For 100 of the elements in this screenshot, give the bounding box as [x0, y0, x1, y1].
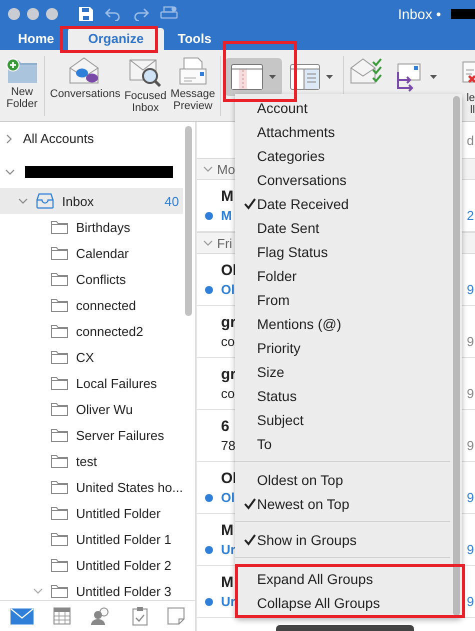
sidebar-item[interactable]: CX — [0, 344, 195, 370]
tree-item[interactable]: All Accounts — [23, 131, 94, 146]
folder-icon — [51, 480, 68, 494]
scrollbar[interactable] — [185, 126, 192, 316]
delete-all-button[interactable]: le ll — [461, 56, 475, 116]
ribbon-tab[interactable]: Organize — [68, 28, 164, 50]
message-sender: gr — [220, 366, 236, 383]
folder-icon — [51, 272, 68, 286]
sidebar-item[interactable]: Conflicts — [0, 266, 195, 292]
message-preview: M — [221, 208, 232, 223]
redaction-bar — [451, 9, 475, 19]
menu-item[interactable]: Show in Groups — [235, 528, 462, 552]
menu-item[interactable]: Size — [235, 360, 462, 384]
sidebar-item[interactable]: Untitled Folder — [0, 500, 195, 526]
window-control[interactable] — [46, 8, 58, 20]
sidebar-item[interactable]: connected — [0, 292, 195, 318]
window-control[interactable] — [8, 8, 20, 20]
chevron-down-icon[interactable] — [18, 197, 28, 205]
menu-item[interactable]: Collapse All Groups — [235, 591, 462, 615]
menu-item[interactable]: Expand All Groups — [235, 567, 462, 591]
folder-icon — [51, 584, 68, 598]
sidebar-item[interactable]: Untitled Folder 2 — [0, 552, 195, 578]
reading-pane-text: 9 — [466, 282, 475, 297]
window-title: Inbox • — [398, 6, 441, 22]
sidebar-item[interactable]: Untitled Folder 3 — [0, 578, 195, 600]
menu-item[interactable]: Flag Status — [235, 240, 462, 264]
menu-item[interactable]: From — [235, 288, 462, 312]
message-sender: M — [220, 574, 234, 591]
mail-nav-icon[interactable] — [10, 608, 34, 624]
message-preview-icon — [178, 56, 208, 86]
focused-button[interactable]: Focused Inbox — [123, 56, 168, 114]
arrange-dropdown[interactable] — [225, 58, 282, 96]
chevron-down-icon[interactable] — [203, 240, 213, 246]
sidebar-item[interactable]: Birthdays — [0, 214, 195, 240]
reading-pane-text: 9 — [466, 438, 475, 453]
menu-item[interactable]: Date Received — [235, 192, 462, 216]
menu-item[interactable]: Attachments — [235, 120, 462, 144]
new-folder-button[interactable]: New Folder — [4, 56, 40, 110]
preview-button[interactable]: Message Preview — [170, 56, 216, 112]
reading-pane-text: d — [466, 132, 475, 148]
chevron-down-icon[interactable] — [33, 587, 43, 595]
message-sender: M — [220, 188, 234, 205]
message-preview: Ur — [221, 542, 236, 557]
sidebar-item[interactable]: Server Failures — [0, 422, 195, 448]
sidebar-item[interactable]: United States ho... — [0, 474, 195, 500]
message-preview: co — [221, 386, 235, 401]
sidebar-item[interactable]: Oliver Wu — [0, 396, 195, 422]
ribbon-tab[interactable]: Home — [8, 28, 64, 50]
menu-item[interactable]: Newest on Top — [235, 492, 462, 516]
sidebar-item[interactable]: Local Failures — [0, 370, 195, 396]
chevron-down-icon[interactable] — [5, 168, 15, 176]
menu-item[interactable]: Oldest on Top — [235, 468, 462, 492]
menu-item[interactable]: Status — [235, 384, 462, 408]
notes-nav-icon[interactable] — [167, 607, 186, 625]
message-preview: co — [221, 334, 235, 349]
reading-pane-text: 9 — [466, 542, 475, 557]
window-control[interactable] — [27, 8, 39, 20]
menu-item[interactable]: Account — [235, 96, 462, 120]
menu-item[interactable]: Priority — [235, 336, 462, 360]
folder-icon — [51, 402, 68, 416]
chevron-right-icon[interactable] — [5, 134, 13, 144]
reading-pane-text: 9 — [466, 490, 475, 505]
sidebar-item[interactable]: test — [0, 448, 195, 474]
folder-icon — [51, 532, 68, 546]
caret-icon — [430, 75, 438, 79]
reading-pane-text: 9 — [466, 386, 475, 401]
caret-icon — [269, 75, 276, 79]
menu-item[interactable]: Conversations — [235, 168, 462, 192]
menu-item[interactable]: Categories — [235, 144, 462, 168]
tasks-nav-icon[interactable] — [132, 606, 148, 626]
message-preview: Ur — [221, 594, 236, 609]
reading-pane-icon — [290, 64, 320, 90]
sidebar-item[interactable]: Untitled Folder 1 — [0, 526, 195, 552]
menu-item[interactable]: To — [235, 432, 462, 456]
folder-icon — [51, 454, 68, 468]
sidebar-item[interactable]: Calendar — [0, 240, 195, 266]
message-preview: Ol — [221, 490, 235, 505]
unread-count: 40 — [164, 194, 179, 208]
chevron-down-icon[interactable] — [203, 166, 213, 172]
folder-icon — [51, 350, 68, 364]
undo-icon[interactable] — [104, 7, 122, 21]
menu-item[interactable]: Mentions (@) — [235, 312, 462, 336]
inbox-row[interactable]: Inbox 40 — [0, 188, 183, 214]
folder-icon — [51, 558, 68, 572]
message-sender: M — [220, 522, 234, 539]
redo-icon[interactable] — [132, 7, 150, 21]
message-sender: 6 — [220, 418, 230, 435]
conversations-button[interactable]: Conversations — [49, 56, 122, 100]
sidebar-item[interactable]: connected2 — [0, 318, 195, 344]
menu-item[interactable]: Subject — [235, 408, 462, 432]
folder-icon — [51, 428, 68, 442]
message-preview: 78 — [221, 438, 236, 453]
calendar-nav-icon[interactable] — [53, 607, 72, 625]
ribbon-tab[interactable]: Tools — [168, 28, 222, 50]
save-icon[interactable] — [78, 6, 94, 22]
menu-item[interactable]: Folder — [235, 264, 462, 288]
scrollbar[interactable] — [453, 96, 460, 616]
folder-icon — [51, 298, 68, 312]
menu-item[interactable]: Date Sent — [235, 216, 462, 240]
reading-pane-text: 9 — [466, 334, 475, 349]
